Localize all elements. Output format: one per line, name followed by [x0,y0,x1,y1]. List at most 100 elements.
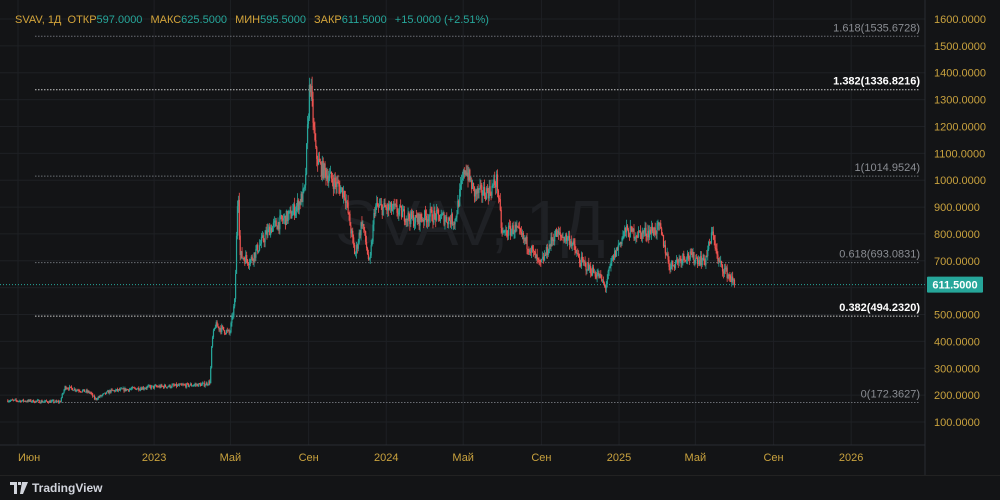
y-tick-label: 400.0000 [934,336,980,348]
candle-body [173,384,175,386]
candle-body [623,231,625,237]
candle-body [713,235,715,241]
brand-name: TradingView [32,481,103,495]
candle-body [251,256,253,260]
candle-body [486,188,488,192]
candle-body [543,254,546,261]
candle-body [703,254,705,261]
candle-body [610,261,612,267]
candle-body [656,223,658,234]
candle-body [15,399,17,401]
candle-body [574,244,576,250]
y-tick-label: 1400.0000 [934,68,986,80]
symbol-label[interactable]: SVAV, 1Д [15,14,61,26]
candle-body [347,202,349,213]
candle-body [536,254,538,259]
candle-body [590,266,592,274]
candle-body [440,214,442,219]
candle-body [638,230,640,237]
candle-body [380,204,382,206]
candle-body [537,258,539,260]
x-tick-label: Май [452,452,474,464]
x-tick-label: 2025 [607,452,631,464]
candle-body [413,223,416,227]
candle-body [275,220,277,227]
candle-body [346,201,348,203]
x-tick-label: Сен [299,452,319,464]
y-tick-label: 1200.0000 [934,121,986,133]
candle-body [621,237,623,245]
candle-body [259,243,262,246]
candle-body [519,227,521,229]
candle-body [161,384,163,387]
candle-body [622,236,624,238]
candle-body [45,400,48,402]
candle-body [547,252,549,256]
candle-body [456,214,458,218]
candle-body [33,402,36,404]
candle-body [313,122,315,128]
candle-body [670,265,672,270]
candle-body [582,259,584,262]
candle-body [39,402,41,404]
candle-body [496,174,499,191]
candle-body [312,98,314,123]
candle-body [527,248,529,250]
y-tick-label: 1100.0000 [934,148,985,160]
candle-body [102,393,104,396]
y-tick-label: 700.0000 [934,256,980,268]
candle-body [331,178,334,183]
candle-body [408,212,410,219]
candle-body [733,279,736,285]
candle-body [235,273,237,299]
candle-body [684,257,686,261]
candle-body [526,236,528,249]
candle-body [164,384,167,387]
y-tick-label: 1600.0000 [934,14,986,26]
candle-body [304,185,306,188]
candle-body [396,205,398,213]
candle-body [72,390,74,392]
candle-body [136,388,138,390]
candle-body [188,385,191,387]
fib-level-label: 1.618(1535.6728) [833,22,920,34]
candle-body [155,385,157,387]
candle-body [81,391,83,393]
candle-body [38,400,40,403]
candle-body [507,225,510,236]
candle-body [352,230,354,238]
candle-body [506,230,508,236]
candle-body [437,210,440,215]
candle-body [54,402,56,403]
candle-body [573,241,575,245]
candle-body [367,254,370,260]
chart-window: 100.0000 200.0000 300.0000 400.0000 500.0000… [0,0,1000,500]
candle-body [302,188,304,202]
candle-body [401,211,404,218]
candle-body [538,258,540,261]
candle-body [575,249,577,254]
candle-body [585,262,587,271]
candle-body [539,260,541,262]
candle-body [204,385,206,387]
candle-body [33,400,35,403]
candle-body [498,198,500,200]
candle-body [260,237,263,244]
candle-body [500,209,502,228]
candle-body [44,401,46,402]
candle-body [115,390,117,392]
candle-body [618,244,620,246]
low-value: 595.5000 [260,14,306,26]
candle-body [705,255,707,265]
candle-body [281,215,283,220]
candle-body [607,271,609,280]
candle-body [651,226,654,232]
candle-body [233,306,235,317]
candle-body [492,184,494,186]
candle-body [353,237,355,245]
candle-body [636,235,638,237]
candle-body [315,140,317,148]
price-chart[interactable]: 100.0000 200.0000 300.0000 400.0000 500.0000… [0,0,1000,475]
tradingview-logo[interactable]: TradingView [10,481,102,495]
candle-body [584,261,586,263]
